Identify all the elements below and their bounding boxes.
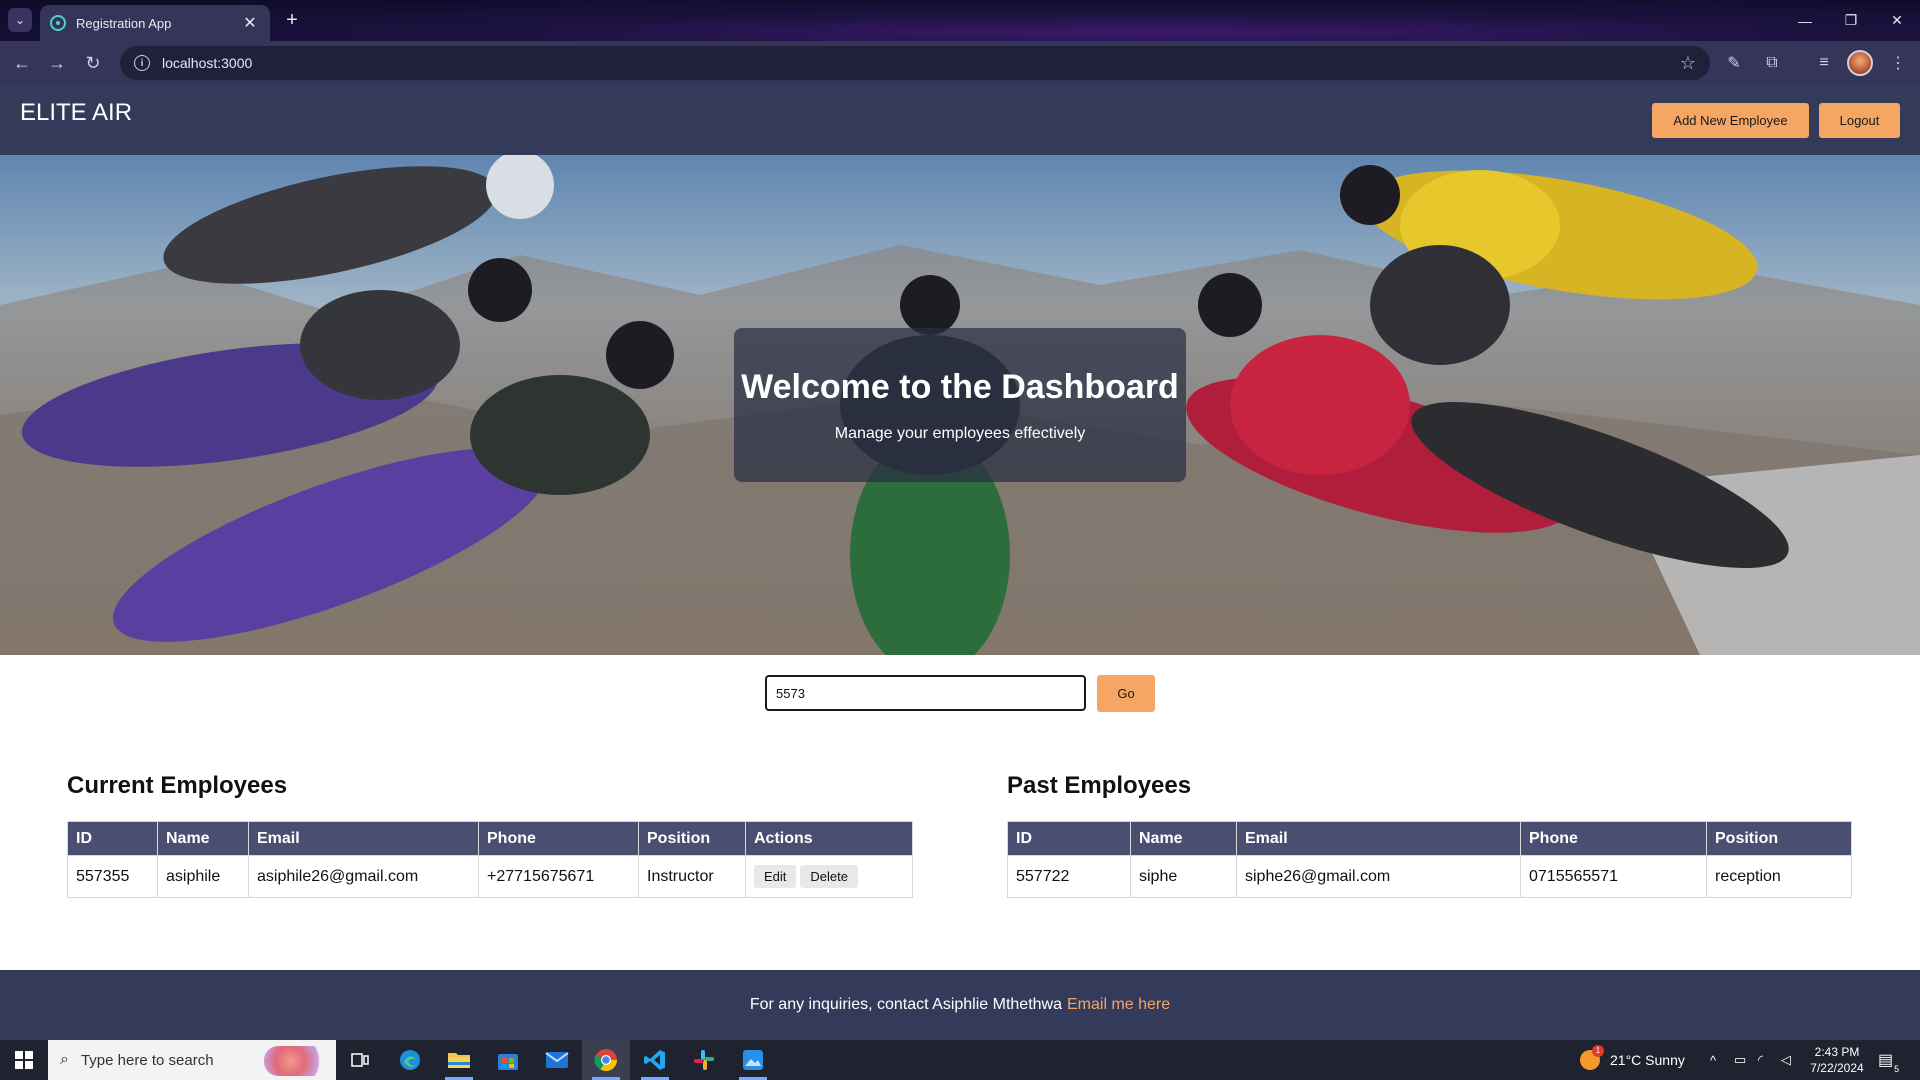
cell-id: 557722: [1007, 855, 1131, 898]
search-highlight-icon: [264, 1046, 330, 1076]
table-row: 557722 siphe siphe26@gmail.com 071556557…: [1007, 855, 1852, 898]
slack-icon[interactable]: [680, 1040, 728, 1080]
brand-logo[interactable]: ELITE AIR: [20, 99, 132, 127]
welcome-subtitle: Manage your employees effectively: [834, 424, 1086, 442]
column-header-id: ID: [67, 821, 158, 856]
cell-actions: Edit Delete: [745, 855, 913, 898]
minimize-icon[interactable]: —: [1782, 0, 1828, 41]
column-header-position: Position: [638, 821, 746, 856]
notifications-icon[interactable]: ▤ 5: [1878, 1040, 1899, 1080]
show-hidden-icons-icon[interactable]: ^: [1710, 1040, 1716, 1080]
go-button[interactable]: Go: [1097, 675, 1155, 712]
restore-icon[interactable]: ❐: [1828, 0, 1874, 41]
delete-button[interactable]: Delete: [800, 865, 858, 888]
column-header-position: Position: [1706, 821, 1852, 856]
mail-icon[interactable]: [533, 1040, 581, 1080]
meet-now-icon[interactable]: ▭: [1734, 1040, 1746, 1080]
page-footer: For any inquiries, contact Asiphlie Mthe…: [0, 970, 1920, 1040]
url-text[interactable]: localhost:3000: [162, 55, 1680, 71]
window-controls: — ❐ ✕: [1782, 0, 1920, 41]
media-queue-icon[interactable]: ≡: [1812, 51, 1836, 75]
tab-search-chevron-icon[interactable]: ⌄: [8, 8, 32, 32]
cell-phone: +27715675671: [478, 855, 639, 898]
welcome-panel: Welcome to the Dashboard Manage your emp…: [734, 328, 1186, 482]
address-bar[interactable]: i localhost:3000 ☆: [120, 46, 1710, 80]
cell-position: Instructor: [638, 855, 746, 898]
weather-widget[interactable]: 1 21°C Sunny: [1580, 1040, 1685, 1080]
cell-position: reception: [1706, 855, 1852, 898]
windows-taskbar: ⌕ Type here to search 1 21°C Sunny ^ ▭ ◜…: [0, 1040, 1920, 1080]
column-header-name: Name: [157, 821, 249, 856]
cell-name: asiphile: [157, 855, 249, 898]
employee-search-input[interactable]: [765, 675, 1086, 711]
forward-icon[interactable]: →: [43, 49, 71, 77]
taskbar-search-box[interactable]: ⌕ Type here to search: [48, 1040, 336, 1080]
column-header-id: ID: [1007, 821, 1131, 856]
microsoft-store-icon[interactable]: [484, 1040, 532, 1080]
react-favicon-icon: [50, 15, 66, 31]
browser-tab[interactable]: Registration App ✕: [40, 5, 270, 41]
extensions-puzzle-icon[interactable]: ⧉: [1760, 51, 1784, 75]
current-employees-table: ID Name Email Phone Position Actions 557…: [67, 821, 913, 898]
column-header-actions: Actions: [745, 821, 913, 856]
past-employees-title: Past Employees: [1007, 772, 1192, 799]
hero-banner: Welcome to the Dashboard Manage your emp…: [0, 155, 1920, 655]
task-view-icon[interactable]: [336, 1040, 384, 1080]
email-me-link[interactable]: Email me here: [1067, 996, 1170, 1014]
new-tab-button[interactable]: +: [280, 9, 304, 33]
column-header-email: Email: [1236, 821, 1521, 856]
volume-icon[interactable]: ◁: [1781, 1040, 1791, 1080]
edit-button[interactable]: Edit: [754, 865, 797, 888]
windows-start-icon[interactable]: [0, 1040, 48, 1080]
network-icon[interactable]: ◜: [1758, 1040, 1763, 1080]
browser-menu-icon[interactable]: ⋮: [1886, 51, 1910, 75]
table-row: 557355 asiphile asiphile26@gmail.com +27…: [67, 855, 913, 898]
profile-avatar[interactable]: [1847, 50, 1873, 76]
cell-name: siphe: [1130, 855, 1237, 898]
tab-title: Registration App: [76, 15, 172, 31]
bookmark-star-icon[interactable]: ☆: [1680, 53, 1696, 74]
site-info-icon[interactable]: i: [134, 55, 150, 71]
column-header-phone: Phone: [1520, 821, 1707, 856]
photos-app-icon[interactable]: [729, 1040, 777, 1080]
app-header: ELITE AIR Add New Employee Logout: [0, 85, 1920, 155]
cell-email: siphe26@gmail.com: [1236, 855, 1521, 898]
welcome-title: Welcome to the Dashboard: [741, 367, 1179, 406]
clock-date: 7/22/2024: [1810, 1061, 1864, 1075]
cell-phone: 0715565571: [1520, 855, 1707, 898]
column-header-name: Name: [1130, 821, 1237, 856]
weather-badge: 1: [1592, 1045, 1604, 1057]
clock-time: 2:43 PM: [1814, 1045, 1860, 1059]
taskbar-search-placeholder: Type here to search: [80, 1051, 214, 1069]
weather-sun-icon: 1: [1580, 1045, 1604, 1070]
browser-toolbar: ← → ↻ i localhost:3000 ☆ ✎ ⧉ ≡ ⋮: [0, 41, 1920, 85]
edge-browser-icon[interactable]: [386, 1040, 434, 1080]
extension-pen-icon[interactable]: ✎: [1722, 51, 1746, 75]
back-icon[interactable]: ←: [8, 49, 36, 77]
chrome-icon[interactable]: [582, 1040, 630, 1080]
table-header-row: ID Name Email Phone Position Actions: [67, 821, 913, 856]
table-header-row: ID Name Email Phone Position: [1007, 821, 1852, 856]
browser-tab-strip: ⌄ Registration App ✕ + — ❐ ✕: [0, 0, 1920, 41]
column-header-phone: Phone: [478, 821, 639, 856]
past-employees-table: ID Name Email Phone Position 557722 siph…: [1007, 821, 1852, 898]
reload-icon[interactable]: ↻: [79, 49, 107, 77]
vscode-icon[interactable]: [631, 1040, 679, 1080]
search-icon: ⌕: [60, 1051, 69, 1068]
current-employees-title: Current Employees: [67, 772, 288, 799]
cell-email: asiphile26@gmail.com: [248, 855, 479, 898]
cell-id: 557355: [67, 855, 158, 898]
logout-button[interactable]: Logout: [1819, 103, 1900, 138]
tab-close-icon[interactable]: ✕: [240, 13, 260, 33]
footer-text: For any inquiries, contact Asiphlie Mthe…: [749, 996, 1062, 1013]
weather-text: 21°C Sunny: [1610, 1052, 1685, 1068]
taskbar-clock[interactable]: 2:43 PM 7/22/2024: [1806, 1044, 1868, 1076]
file-explorer-icon[interactable]: [435, 1040, 483, 1080]
close-window-icon[interactable]: ✕: [1874, 0, 1920, 41]
column-header-email: Email: [248, 821, 479, 856]
add-new-employee-button[interactable]: Add New Employee: [1652, 103, 1809, 138]
notification-count: 5: [1894, 1064, 1900, 1074]
